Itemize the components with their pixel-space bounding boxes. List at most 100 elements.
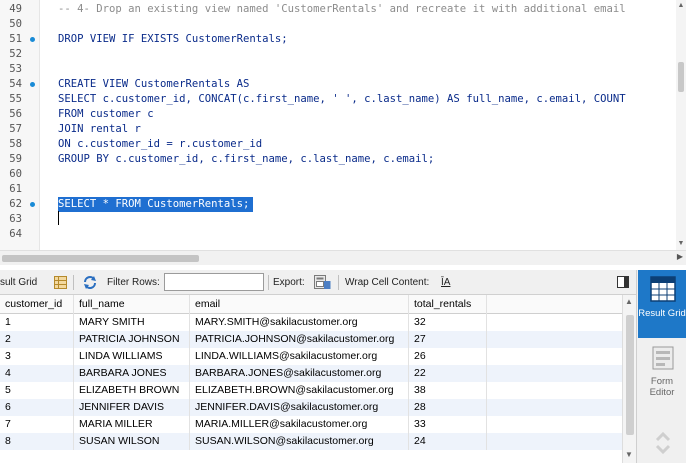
column-header[interactable]: customer_id [0,295,74,314]
table-cell[interactable]: 2 [0,331,74,348]
chevron-up-down-icon[interactable] [655,430,671,459]
code-line[interactable]: 57 JOIN rental r [0,122,676,137]
code-line[interactable]: 64 [0,227,676,242]
table-cell[interactable]: ELIZABETH.BROWN@sakilacustomer.org [190,382,409,399]
editor-hscroll-thumb[interactable] [2,255,199,262]
table-cell[interactable]: 5 [0,382,74,399]
code-line[interactable]: 49 -- 4- Drop an existing view named 'Cus… [0,2,676,17]
table-cell[interactable]: LINDA.WILLIAMS@sakilacustomer.org [190,348,409,365]
editor-scroll-thumb[interactable] [678,62,684,92]
table-cell[interactable]: 8 [0,433,74,450]
table-row[interactable]: 2 PATRICIA JOHNSON PATRICIA.JOHNSON@sakila… [0,331,622,348]
table-row[interactable]: 8 SUSAN WILSON SUSAN.WILSON@sakilacustomer… [0,433,622,450]
table-cell[interactable]: 26 [409,348,487,365]
table-cell[interactable]: BARBARA JONES [74,365,190,382]
column-header[interactable]: email [190,295,409,314]
table-cell[interactable]: 33 [409,416,487,433]
editor-horizontal-scrollbar[interactable]: ▶ [0,250,686,265]
wrap-icon[interactable]: ĪA [441,270,450,295]
table-row[interactable]: 7 MARIA MILLER MARIA.MILLER@sakilacustomer… [0,416,622,433]
table-row[interactable]: 6 JENNIFER DAVIS JENNIFER.DAVIS@sakilacust… [0,399,622,416]
scroll-down-arrow-icon[interactable]: ▼ [677,240,685,248]
code-area[interactable]: 49 -- 4- Drop an existing view named 'Cus… [0,0,676,250]
table-cell[interactable]: 1 [0,314,74,331]
code-text: FROM customer c [58,108,154,120]
grid-header-row: customer_id full_name email total_rentals [0,295,622,314]
line-number: 49 [9,3,22,15]
result-grid-button[interactable]: Result Grid [638,270,686,338]
form-editor-button[interactable]: Form Editor [638,342,686,402]
line-number: 56 [9,108,22,120]
scroll-down-arrow-icon[interactable]: ▼ [625,450,633,459]
table-cell[interactable]: PATRICIA JOHNSON [74,331,190,348]
table-cell[interactable]: ELIZABETH BROWN [74,382,190,399]
line-number: 57 [9,123,22,135]
column-header[interactable]: full_name [74,295,190,314]
table-cell[interactable]: 38 [409,382,487,399]
code-line[interactable]: 63 [0,212,676,227]
scroll-up-arrow-icon[interactable]: ▲ [677,2,685,10]
panel-toggle-icon[interactable] [617,276,629,291]
table-cell[interactable]: 4 [0,365,74,382]
table-cell[interactable]: 3 [0,348,74,365]
export-icon[interactable] [314,275,331,293]
table-cell[interactable]: 27 [409,331,487,348]
table-cell[interactable]: PATRICIA.JOHNSON@sakilacustomer.org [190,331,409,348]
table-cell[interactable]: 22 [409,365,487,382]
table-row[interactable]: 4 BARBARA JONES BARBARA.JONES@sakilacustom… [0,365,622,382]
scroll-up-arrow-icon[interactable]: ▲ [625,297,633,306]
table-cell[interactable]: 6 [0,399,74,416]
code-line[interactable]: 58 ON c.customer_id = r.customer_id [0,137,676,152]
line-number: 58 [9,138,22,150]
text-cursor [58,211,59,225]
filter-rows-label: Filter Rows: [107,277,160,288]
toolbar-separator [73,275,74,290]
column-header[interactable]: total_rentals [409,295,487,314]
code-line[interactable]: 61 [0,182,676,197]
code-line[interactable]: 56 FROM customer c [0,107,676,122]
grid-vertical-scrollbar[interactable]: ▲ ▼ [622,295,636,463]
sql-editor[interactable]: 49 -- 4- Drop an existing view named 'Cus… [0,0,686,250]
code-line[interactable]: 50 [0,17,676,32]
result-toolbar: sult Grid Filter Rows: Export: Wrap Cell… [0,270,636,295]
table-cell[interactable]: 28 [409,399,487,416]
table-cell[interactable]: 24 [409,433,487,450]
grid-icon[interactable] [54,276,67,292]
scroll-right-arrow-icon[interactable]: ▶ [677,252,683,261]
table-row[interactable]: 5 ELIZABETH BROWN ELIZABETH.BROWN@sakilacu… [0,382,622,399]
refresh-icon[interactable] [82,275,98,293]
line-number: 54 [9,78,22,90]
form-editor-icon [652,346,674,373]
code-line[interactable]: 51 DROP VIEW IF EXISTS CustomerRentals; [0,32,676,47]
table-cell[interactable]: MARY.SMITH@sakilacustomer.org [190,314,409,331]
code-line[interactable]: 53 [0,62,676,77]
result-grid-tab-label[interactable]: sult Grid [0,270,37,295]
table-cell[interactable]: MARIA MILLER [74,416,190,433]
code-line[interactable]: 55 SELECT c.customer_id, CONCAT(c.first_n… [0,92,676,107]
table-cell[interactable]: 32 [409,314,487,331]
table-cell[interactable]: SUSAN WILSON [74,433,190,450]
table-row[interactable]: 1 MARY SMITH MARY.SMITH@sakilacustomer.org… [0,314,622,331]
line-number: 50 [9,18,22,30]
code-line[interactable]: 54 CREATE VIEW CustomerRentals AS [0,77,676,92]
editor-vertical-scrollbar[interactable]: ▲ ▼ [676,0,686,250]
code-line[interactable]: 52 [0,47,676,62]
grid-scroll-thumb[interactable] [626,315,634,435]
table-cell[interactable]: MARY SMITH [74,314,190,331]
code-line[interactable]: 62 SELECT * FROM CustomerRentals; [0,197,676,212]
table-cell[interactable]: JENNIFER.DAVIS@sakilacustomer.org [190,399,409,416]
result-grid-label: Result Grid [638,308,686,319]
table-cell[interactable]: LINDA WILLIAMS [74,348,190,365]
table-cell[interactable]: MARIA.MILLER@sakilacustomer.org [190,416,409,433]
line-number: 51 [9,33,22,45]
table-cell[interactable]: BARBARA.JONES@sakilacustomer.org [190,365,409,382]
table-cell[interactable]: 7 [0,416,74,433]
code-line[interactable]: 59 GROUP BY c.customer_id, c.first_name, … [0,152,676,167]
table-cell[interactable]: SUSAN.WILSON@sakilacustomer.org [190,433,409,450]
result-grid[interactable]: customer_id full_name email total_rentals 1 M… [0,295,622,463]
code-line[interactable]: 60 [0,167,676,182]
filter-rows-input[interactable] [164,273,264,291]
table-row[interactable]: 3 LINDA WILLIAMS LINDA.WILLIAMS@sakilacust… [0,348,622,365]
form-editor-label: Form Editor [649,376,675,398]
table-cell[interactable]: JENNIFER DAVIS [74,399,190,416]
